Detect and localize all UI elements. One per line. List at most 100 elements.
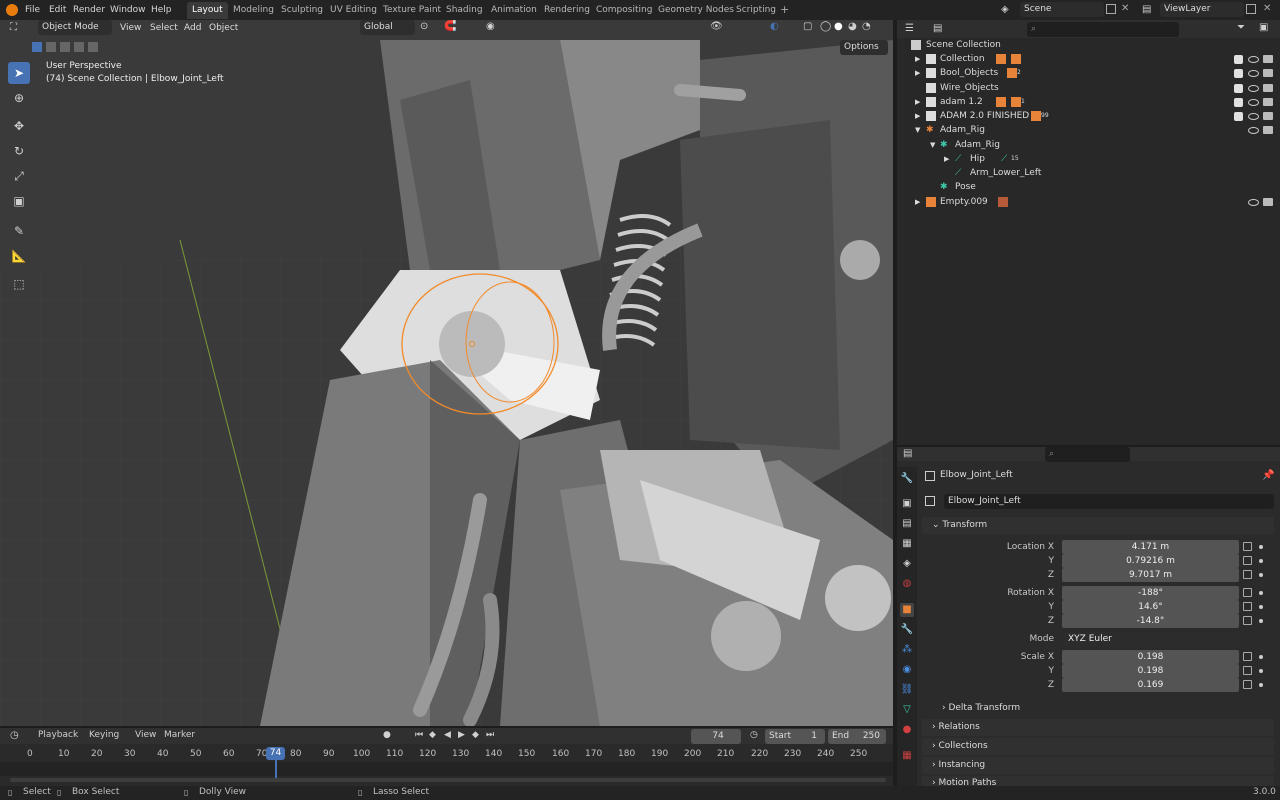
physics-tab-icon[interactable]: ◉ [900, 663, 914, 677]
select-subtract-icon[interactable] [60, 42, 70, 52]
eye-icon[interactable] [1248, 85, 1259, 92]
menu-edit[interactable]: Edit [49, 3, 66, 17]
viewport-scene[interactable] [0, 20, 893, 726]
outliner-row-adam-rig-data[interactable]: ▼ ✱ Adam_Rig [897, 138, 1280, 152]
lock-icon[interactable] [1243, 680, 1252, 689]
add-workspace-icon[interactable]: + [780, 3, 789, 16]
tab-rendering[interactable]: Rendering [539, 2, 595, 19]
tab-sculpting[interactable]: Sculpting [276, 2, 328, 19]
xray-icon[interactable]: ▢ [803, 21, 812, 32]
preview-range-icon[interactable]: ◷ [750, 730, 758, 740]
new-scene-icon[interactable] [1106, 4, 1116, 14]
keyframe-dot-icon[interactable] [1259, 619, 1263, 623]
current-frame-field[interactable]: 74 [691, 729, 741, 744]
scene-field[interactable]: Scene [1020, 2, 1104, 17]
texture-tab-icon[interactable]: ▦ [900, 749, 914, 763]
outliner-row-pose[interactable]: ✱ Pose [897, 180, 1280, 194]
keyframe-dot-icon[interactable] [1259, 683, 1263, 687]
menu-window[interactable]: Window [110, 3, 146, 17]
location-x-field[interactable]: 4.171 m [1062, 540, 1239, 554]
overlays-icon[interactable]: ◐ [770, 21, 779, 32]
tool-tab-icon[interactable]: 🔧 [900, 472, 914, 486]
lock-icon[interactable] [1243, 602, 1252, 611]
keyframe-dot-icon[interactable] [1259, 605, 1263, 609]
constraints-tab-icon[interactable]: ⛓ [900, 683, 914, 697]
select-invert-icon[interactable] [88, 42, 98, 52]
timeline-scrollbar[interactable] [10, 778, 886, 782]
view-menu[interactable]: View [120, 21, 141, 35]
prev-keyframe-icon[interactable]: ◆ [429, 730, 436, 740]
expand-icon[interactable]: ▶ [944, 152, 949, 166]
timeline-track[interactable] [0, 762, 893, 776]
outliner-row-adam-1-2[interactable]: ▶ adam 1.2 1 [897, 95, 1280, 109]
measure-tool-icon[interactable]: 📐 [8, 245, 30, 267]
lock-icon[interactable] [1243, 666, 1252, 675]
camera-icon[interactable] [1263, 112, 1273, 120]
new-view-layer-icon[interactable] [1246, 4, 1256, 14]
tab-animation[interactable]: Animation [486, 2, 542, 19]
rendered-shading-icon[interactable]: ◔ [862, 21, 871, 32]
outliner-row-adam-rig[interactable]: ▼ ✱ Adam_Rig [897, 123, 1280, 137]
collapse-icon[interactable]: ▼ [930, 138, 935, 152]
outliner-row-wire-objects[interactable]: Wire_Objects [897, 81, 1280, 95]
outliner-search-input[interactable]: ⌕ [1027, 22, 1179, 37]
filter-icon[interactable]: ⏷ [1237, 22, 1245, 33]
scene-tab-icon[interactable]: ◈ [900, 557, 914, 571]
camera-icon[interactable] [1263, 84, 1273, 92]
expand-icon[interactable]: ▶ [915, 52, 920, 66]
tab-geometry-nodes[interactable]: Geometry Nodes [653, 2, 739, 19]
eye-icon[interactable] [1248, 113, 1259, 120]
timeline-editor-icon[interactable]: ◷ [10, 730, 19, 741]
tab-shading[interactable]: Shading [441, 2, 488, 19]
select-extend-icon[interactable] [46, 42, 56, 52]
material-tab-icon[interactable]: ● [900, 723, 914, 737]
cursor-tool-icon[interactable]: ⊕ [8, 87, 30, 109]
object-type-icon[interactable] [925, 496, 935, 506]
play-icon[interactable]: ▶ [458, 730, 465, 740]
annotate-tool-icon[interactable]: ✎ [8, 220, 30, 242]
delete-view-layer-icon[interactable]: ✕ [1263, 3, 1271, 14]
camera-icon[interactable] [1263, 98, 1273, 106]
collapse-icon[interactable]: ▼ [915, 123, 920, 137]
wireframe-shading-icon[interactable]: ◯ [820, 21, 831, 32]
outliner-row-bool-objects[interactable]: ▶ Bool_Objects 2 [897, 66, 1280, 80]
scene-icon[interactable]: ◈ [1001, 4, 1013, 16]
properties-editor-icon[interactable]: ▤ [903, 448, 912, 459]
camera-icon[interactable] [1263, 69, 1273, 77]
solid-shading-icon[interactable]: ● [834, 21, 843, 32]
mode-dropdown[interactable]: Object Mode [38, 20, 112, 35]
transform-tool-icon[interactable]: ▣ [8, 190, 30, 212]
outliner-editor-icon[interactable]: ☰ [905, 23, 914, 34]
lock-icon[interactable] [1243, 616, 1252, 625]
expand-icon[interactable]: ▶ [915, 66, 920, 80]
material-shading-icon[interactable]: ◕ [848, 21, 857, 32]
options-button[interactable]: Options [840, 40, 888, 55]
relations-panel-header[interactable]: › Relations [922, 719, 1274, 736]
outliner-row-collection[interactable]: ▶ Collection [897, 52, 1280, 66]
add-menu[interactable]: Add [184, 21, 201, 35]
particles-tab-icon[interactable]: ⁂ [900, 643, 914, 657]
jump-start-icon[interactable]: ⏮ [415, 730, 423, 740]
view-menu[interactable]: View [135, 730, 156, 740]
data-tab-icon[interactable]: ▽ [900, 703, 914, 717]
transform-panel-header[interactable]: ⌄ Transform [922, 517, 1274, 534]
modifier-tab-icon[interactable]: 🔧 [900, 623, 914, 637]
keyframe-dot-icon[interactable] [1259, 559, 1263, 563]
rotate-tool-icon[interactable]: ↻ [8, 140, 30, 162]
outliner-row-empty-009[interactable]: ▶ Empty.009 [897, 195, 1280, 209]
menu-render[interactable]: Render [73, 3, 105, 17]
delete-scene-icon[interactable]: ✕ [1121, 3, 1129, 14]
playhead-frame-badge[interactable]: 74 [266, 747, 285, 760]
select-box-tool-icon[interactable]: ➤ [8, 62, 30, 84]
display-mode-icon[interactable]: ▤ [933, 23, 942, 34]
proportional-edit-icon[interactable]: ◉ [486, 21, 495, 32]
camera-icon[interactable] [1263, 55, 1273, 63]
lock-icon[interactable] [1243, 570, 1252, 579]
expand-icon[interactable]: ▶ [915, 95, 920, 109]
world-tab-icon[interactable]: ◍ [900, 577, 914, 591]
view-layer-field[interactable]: ViewLayer [1160, 2, 1244, 17]
scale-x-field[interactable]: 0.198 [1062, 650, 1239, 664]
menu-file[interactable]: File [25, 3, 40, 17]
eye-icon[interactable] [1248, 199, 1259, 206]
rotation-z-field[interactable]: -14.8° [1062, 614, 1239, 628]
